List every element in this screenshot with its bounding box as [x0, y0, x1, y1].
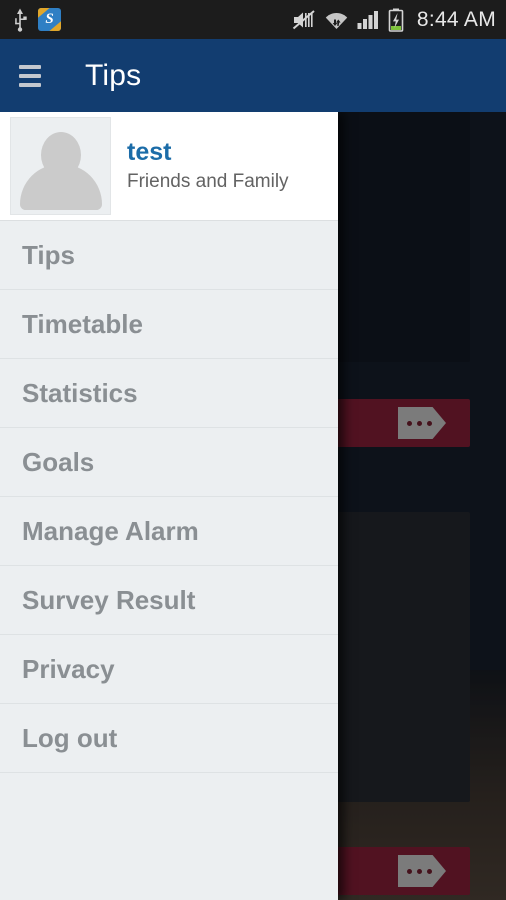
avatar[interactable] — [10, 117, 111, 215]
profile-name: test — [127, 138, 172, 166]
battery-charging-icon — [388, 8, 404, 32]
drawer-profile-header[interactable]: test Friends and Family — [0, 112, 338, 221]
sidebar-item-label: Log out — [22, 722, 118, 753]
profile-subtitle: Friends and Family — [127, 171, 289, 192]
bar — [19, 64, 41, 69]
status-bar-right-icons: 8:44 AM — [292, 8, 496, 32]
bar — [19, 82, 41, 87]
sidebar-item-label: Privacy — [22, 653, 115, 684]
sidebar-item-tips[interactable]: Tips — [0, 221, 338, 290]
sidebar-item-label: Timetable — [22, 308, 143, 339]
app-s-icon: S — [38, 8, 61, 31]
sidebar-item-manage-alarm[interactable]: Manage Alarm — [0, 497, 338, 566]
profile-text: test Friends and Family — [127, 137, 289, 195]
sidebar-item-log-out[interactable]: Log out — [0, 704, 338, 773]
wifi-icon — [325, 12, 348, 29]
status-bar: S 8:44 AM — [0, 0, 506, 39]
status-bar-left-icons: S — [12, 8, 61, 32]
phone-screen: ting consisting dreaming occurring ght. … — [0, 0, 506, 900]
sidebar-item-label: Goals — [22, 446, 95, 477]
sidebar-item-label: Statistics — [22, 377, 138, 408]
app-icon-letter: S — [45, 11, 54, 27]
mute-icon — [292, 9, 315, 29]
sidebar-item-statistics[interactable]: Statistics — [0, 359, 338, 428]
status-bar-clock: 8:44 AM — [416, 7, 496, 31]
sidebar-item-timetable[interactable]: Timetable — [0, 290, 338, 359]
sidebar-item-survey-result[interactable]: Survey Result — [0, 566, 338, 635]
sidebar-item-label: Tips — [22, 239, 75, 270]
page-title: Tips — [85, 58, 142, 92]
bar — [19, 73, 41, 78]
usb-icon — [15, 8, 27, 32]
navigation-drawer: test Friends and Family Tips Timetable S… — [0, 112, 338, 900]
sidebar-item-goals[interactable]: Goals — [0, 428, 338, 497]
hamburger-icon[interactable] — [8, 54, 52, 98]
drawer-menu: Tips Timetable Statistics Goals Manage A… — [0, 221, 338, 773]
sidebar-item-label: Manage Alarm — [22, 515, 199, 546]
sidebar-item-privacy[interactable]: Privacy — [0, 635, 338, 704]
sidebar-item-label: Survey Result — [22, 584, 196, 615]
avatar-body — [19, 164, 102, 210]
app-bar: Tips — [0, 39, 506, 112]
signal-icon — [357, 10, 378, 29]
